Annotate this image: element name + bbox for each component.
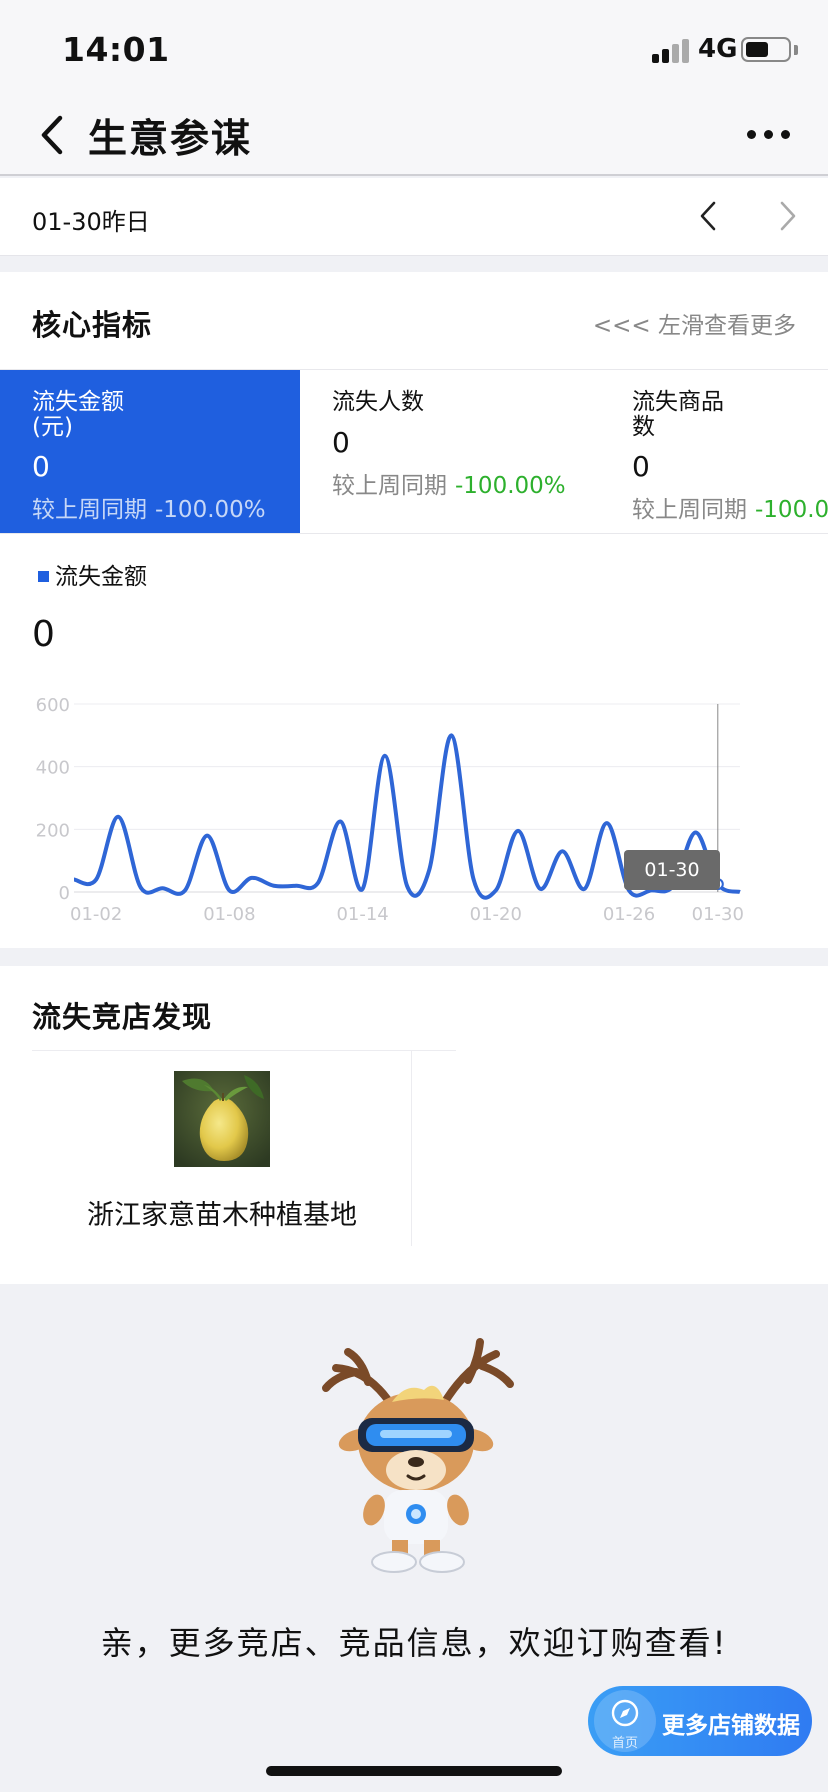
- metric-title: 流失人数: [332, 389, 424, 415]
- metric-title: 流失金额 (元): [32, 389, 124, 440]
- promo-text: 亲，更多竞店、竞品信息，欢迎订购查看!: [100, 1624, 728, 1662]
- signal-icon: [652, 37, 692, 63]
- ellipsis-icon[interactable]: [744, 126, 792, 142]
- deer-mascot-illustration: [322, 1338, 514, 1573]
- metric-value: 0: [332, 426, 350, 459]
- metric-value: 0: [632, 450, 650, 483]
- pomelo-fruit-photo: [174, 1071, 270, 1167]
- x-tick-label: 01-02: [70, 904, 122, 925]
- metric-card-lost-products[interactable]: 流失商品数 0 较上周同期 -100.00%: [600, 370, 828, 533]
- current-value: 0: [32, 614, 55, 655]
- chart-legend: 流失金额: [38, 557, 147, 591]
- metric-title: 流失商品数: [632, 389, 724, 440]
- x-tick-label: 01-20: [470, 904, 522, 925]
- home-indicator: [266, 1766, 562, 1776]
- legend-swatch: [38, 571, 49, 582]
- metric-compare: 较上周同期 -100.00%: [32, 490, 266, 524]
- network-label: 4G: [698, 34, 738, 64]
- y-tick-label: 400: [36, 758, 70, 779]
- metric-compare: 较上周同期 -100.00%: [632, 490, 828, 524]
- metric-delta: -100.00%: [455, 473, 566, 499]
- divider: [412, 1050, 456, 1051]
- metric-compare-label: 较上周同期: [32, 497, 147, 523]
- shop-name: 浙江家意苗木种植基地: [87, 1200, 357, 1231]
- battery-cap: [794, 45, 798, 55]
- x-tick-label: 01-30: [692, 904, 744, 925]
- metric-card-lost-amount[interactable]: 流失金额 (元) 0 较上周同期 -100.00%: [0, 370, 300, 533]
- chevron-left-icon[interactable]: [38, 114, 66, 156]
- x-tick-label: 01-08: [203, 904, 255, 925]
- chevron-left-icon[interactable]: [698, 200, 718, 232]
- metric-delta: -100.00%: [155, 497, 266, 523]
- x-tick-label: 01-26: [603, 904, 655, 925]
- nav-bar: 生意参谋: [0, 96, 828, 176]
- battery-icon: [741, 37, 791, 62]
- metrics-carousel[interactable]: 流失金额 (元) 0 较上周同期 -100.00% 流失人数 0 较上周同期 -10…: [0, 369, 828, 534]
- metric-compare-label: 较上周同期: [632, 497, 747, 523]
- metric-value: 0: [32, 450, 50, 483]
- home-badge[interactable]: 首页: [594, 1690, 656, 1752]
- swipe-hint: <<< 左滑查看更多: [592, 313, 796, 339]
- competitor-card: 流失竞店发现 浙江家意苗木种植基地: [0, 966, 828, 1284]
- y-tick-label: 0: [59, 883, 70, 904]
- compass-icon: [611, 1699, 639, 1727]
- section-title-competitors: 流失竞店发现: [32, 1000, 213, 1034]
- section-title-core: 核心指标: [32, 308, 153, 342]
- metric-delta: -100.00%: [755, 497, 828, 523]
- chevron-right-icon[interactable]: [778, 200, 798, 232]
- status-time: 14:01: [62, 30, 170, 69]
- more-data-label: 更多店铺数据: [662, 1713, 800, 1739]
- metric-compare: 较上周同期 -100.00%: [332, 466, 566, 500]
- metric-compare-label: 较上周同期: [332, 473, 447, 499]
- date-selector: 01-30昨日: [0, 178, 828, 256]
- legend-label: 流失金额: [55, 564, 147, 590]
- chart-tooltip: 01-30: [624, 850, 720, 890]
- page-title: 生意参谋: [88, 117, 253, 162]
- competitor-shop-tile[interactable]: 浙江家意苗木种植基地: [32, 1050, 412, 1246]
- more-shop-data-button[interactable]: 首页 更多店铺数据: [588, 1686, 812, 1756]
- y-tick-label: 200: [36, 820, 70, 841]
- x-tick-label: 01-14: [336, 904, 388, 925]
- status-bar: 14:01 4G: [0, 0, 828, 96]
- line-chart[interactable]: 0 200 400 600 01-02 01-08 01-14 01-20 01-26 01-30: [0, 672, 828, 932]
- core-metrics-card: 核心指标 <<< 左滑查看更多 流失金额 (元) 0 较上周同期 -100.00%…: [0, 272, 828, 948]
- date-label: 01-30昨日: [32, 208, 150, 236]
- y-tick-label: 600: [36, 695, 70, 716]
- metric-card-lost-users[interactable]: 流失人数 0 较上周同期 -100.00%: [300, 370, 600, 533]
- home-label: 首页: [611, 1736, 638, 1751]
